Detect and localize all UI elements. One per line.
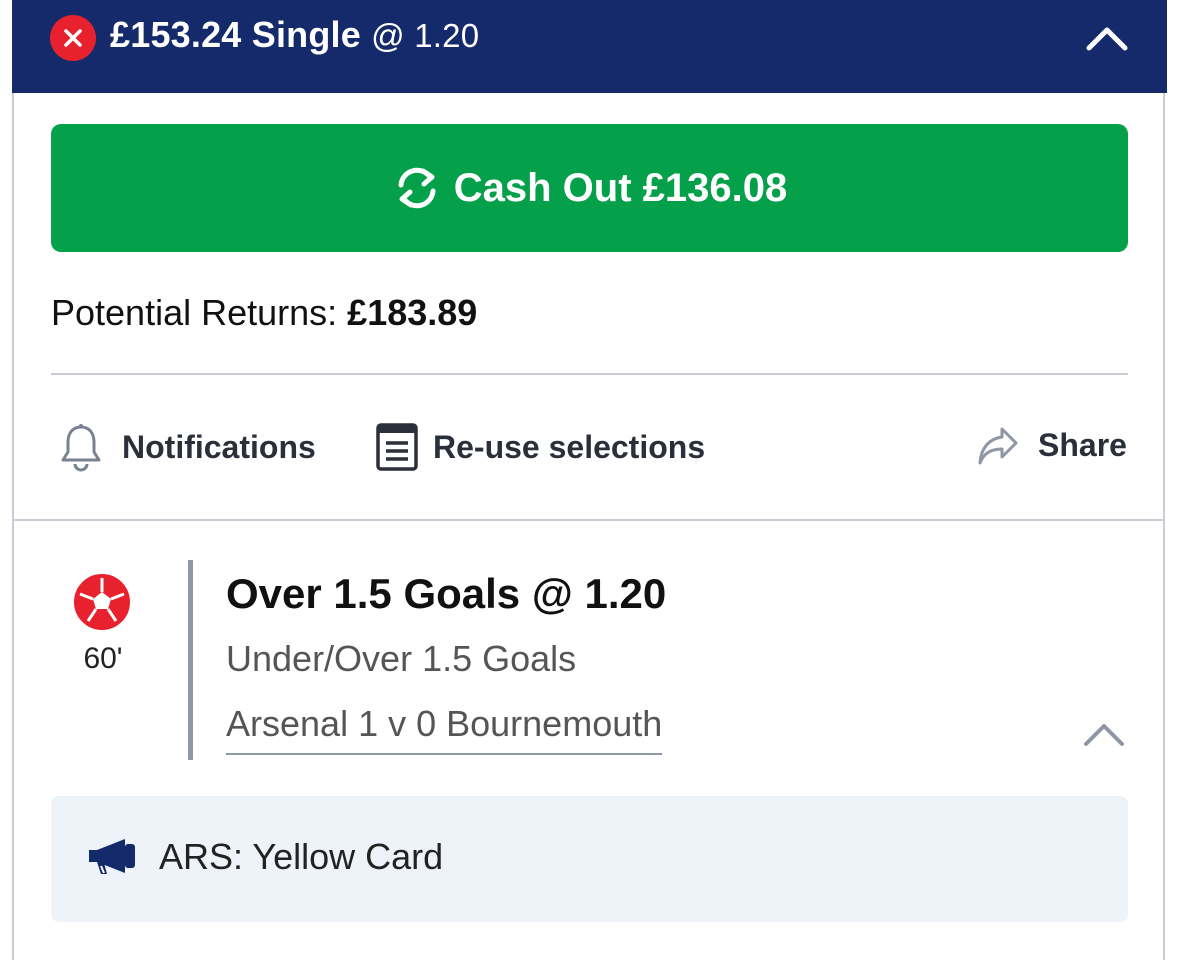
alert-text: ARS: Yellow Card	[159, 836, 444, 877]
share-button[interactable]: Share	[976, 420, 1127, 470]
reuse-selections-label: Re-use selections	[433, 428, 706, 465]
bet-header[interactable]: £153.24 Single @ 1.20	[12, 0, 1167, 93]
chevron-up-icon[interactable]	[1082, 718, 1126, 750]
divider	[14, 519, 1165, 521]
reuse-selections-button[interactable]: Re-use selections	[375, 422, 705, 472]
event-link[interactable]: Arsenal 1 v 0 Bournemouth	[226, 703, 663, 755]
bet-odds: @ 1.20	[371, 17, 480, 54]
event-alert: ARS: Yellow Card	[51, 796, 1128, 922]
football-icon	[74, 574, 130, 630]
cash-out-button[interactable]: Cash Out £136.08	[51, 124, 1128, 252]
share-arrow-icon	[978, 427, 1018, 465]
cash-out-label: Cash Out £136.08	[453, 165, 788, 210]
selection-title: Over 1.5 Goals @ 1.20	[226, 570, 667, 617]
close-icon[interactable]	[50, 15, 96, 61]
potential-returns: Potential Returns: £183.89	[51, 292, 477, 334]
document-list-icon	[376, 423, 418, 471]
selection-market: Under/Over 1.5 Goals	[226, 638, 577, 679]
bet-stake-type: £153.24 Single	[110, 14, 361, 55]
potential-returns-value: £183.89	[347, 292, 478, 333]
selection-divider	[188, 560, 193, 760]
potential-returns-label: Potential Returns:	[51, 292, 338, 333]
divider	[51, 373, 1128, 375]
chevron-up-icon[interactable]	[1083, 20, 1131, 56]
megaphone-icon	[89, 839, 135, 874]
bet-summary: £153.24 Single @ 1.20	[110, 14, 479, 56]
share-label: Share	[1038, 426, 1127, 463]
notifications-label: Notifications	[122, 428, 316, 465]
bell-icon	[61, 424, 101, 472]
cashout-refresh-icon	[398, 167, 436, 209]
match-minute: 60'	[83, 642, 123, 675]
notifications-button[interactable]: Notifications	[58, 422, 316, 472]
